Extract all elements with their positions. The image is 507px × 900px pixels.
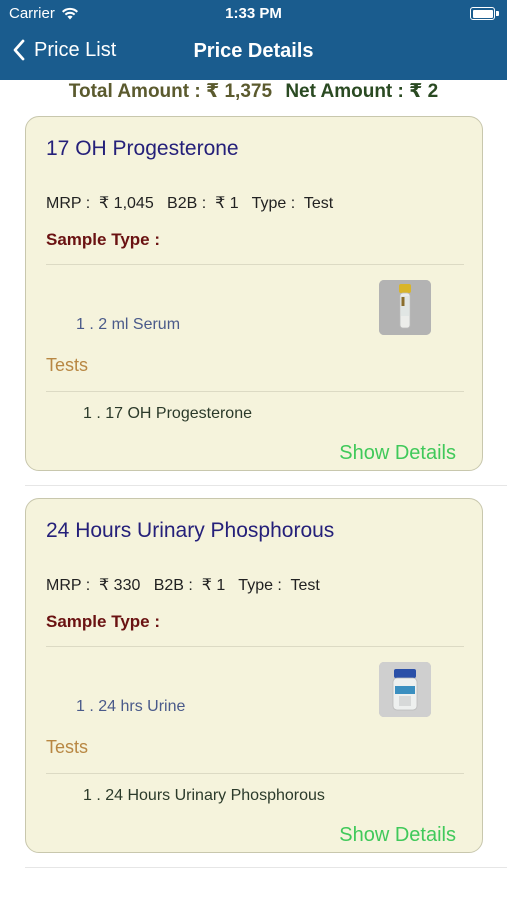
divider [46, 264, 464, 265]
divider [46, 391, 464, 392]
sample-type-label: Sample Type : [46, 230, 160, 249]
amount-summary: Total Amount : ₹ 1,375 Net Amount : ₹ 2 [0, 80, 507, 104]
sample-item: 1 . 2 ml Serum [76, 316, 181, 333]
tests-label: Tests [46, 737, 89, 757]
tests-label: Tests [46, 355, 89, 375]
list-separator [25, 867, 507, 868]
sample-type-label: Sample Type : [46, 612, 160, 631]
page-title: Price Details [193, 40, 314, 62]
divider [46, 646, 464, 647]
test-title: 24 Hours Urinary Phosphorous [46, 519, 335, 542]
battery-tip [496, 11, 499, 16]
test-item: 1 . 17 OH Progesterone [83, 405, 252, 422]
net-amount: Net Amount : ₹ 2 [285, 81, 439, 102]
sample-item: 1 . 24 hrs Urine [76, 698, 186, 715]
test-card: 17 OH Progesterone MRP : ₹ 1,045 B2B : ₹… [25, 116, 483, 471]
app-header: Carrier 1:33 PM Price List Price Details [0, 0, 507, 80]
price-line: MRP : ₹ 330 B2B : ₹ 1 Type : Test [46, 577, 320, 594]
battery-icon [470, 7, 495, 20]
show-details-button[interactable]: Show Details [339, 824, 456, 847]
status-bar: Carrier 1:33 PM [0, 0, 507, 28]
test-card: 24 Hours Urinary Phosphorous MRP : ₹ 330… [25, 498, 483, 853]
navigation-bar: Price List Price Details [0, 30, 507, 74]
price-line: MRP : ₹ 1,045 B2B : ₹ 1 Type : Test [46, 195, 334, 212]
test-title: 17 OH Progesterone [46, 137, 239, 160]
list-separator [25, 485, 507, 486]
serum-tube-icon[interactable] [379, 280, 431, 335]
total-amount: Total Amount : ₹ 1,375 [68, 81, 273, 102]
urine-container-icon[interactable] [379, 662, 431, 717]
show-details-button[interactable]: Show Details [339, 442, 456, 465]
status-time: 1:33 PM [225, 5, 282, 22]
divider [46, 773, 464, 774]
test-item: 1 . 24 Hours Urinary Phosphorous [83, 787, 325, 804]
